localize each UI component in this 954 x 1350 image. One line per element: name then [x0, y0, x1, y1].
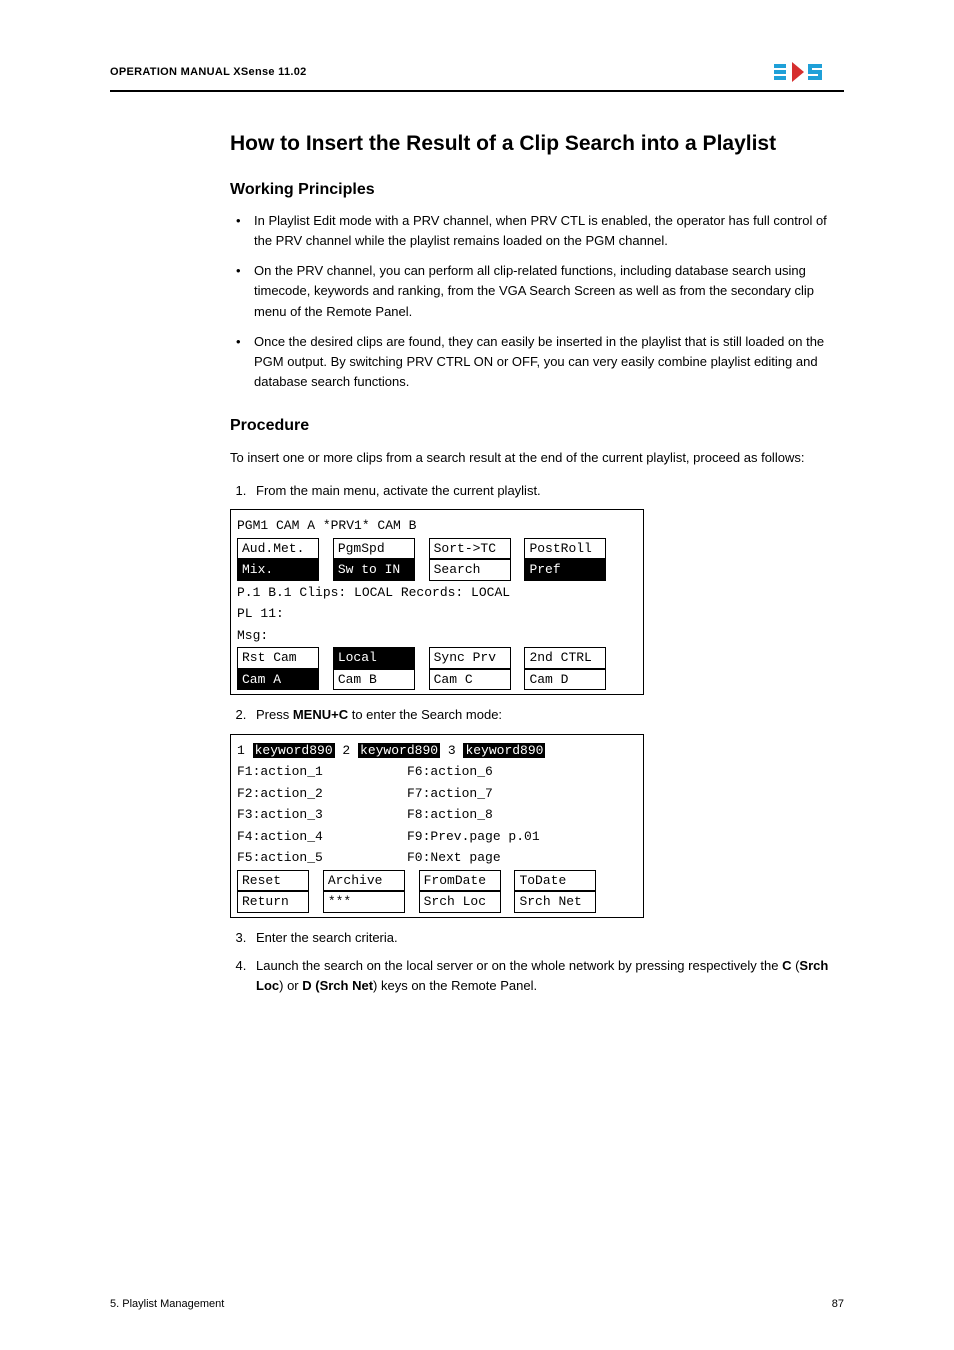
cell: PostRoll — [524, 538, 606, 560]
cell: Srch Loc — [419, 891, 501, 913]
menu-c-key: MENU+C — [293, 707, 348, 722]
kw: keyword890 — [463, 743, 545, 758]
list-item: In Playlist Edit mode with a PRV channel… — [230, 211, 844, 251]
cell: Srch Net — [514, 891, 596, 913]
working-principles-list: In Playlist Edit mode with a PRV channel… — [230, 211, 844, 392]
list-item: On the PRV channel, you can perform all … — [230, 261, 844, 321]
code-line: PGM1 CAM A *PRV1* CAM B — [237, 516, 637, 536]
kw: keyword890 — [253, 743, 335, 758]
cell: Cam C — [429, 669, 511, 691]
kw: keyword890 — [358, 743, 440, 758]
section-title: How to Insert the Result of a Clip Searc… — [230, 132, 844, 156]
codebox-main-menu: PGM1 CAM A *PRV1* CAM B Aud.Met. PgmSpd … — [230, 509, 644, 695]
code-line: Msg: — [237, 626, 637, 646]
cell: Archive — [323, 870, 405, 892]
code-line: F5:action_5F0:Next page — [237, 848, 637, 868]
footer-section: 5. Playlist Management — [110, 1298, 224, 1310]
step-text: to enter the Search mode: — [348, 707, 502, 722]
code-line: PL 11: — [237, 604, 637, 624]
code-line: P.1 B.1 Clips: LOCAL Records: LOCAL — [237, 583, 637, 603]
manual-title: OPERATION MANUAL XSense 11.02 — [110, 66, 307, 78]
cell: Return — [237, 891, 309, 913]
codebox-search-mode: 1 keyword890 2 keyword890 3 keyword890 F… — [230, 734, 644, 918]
working-principles-heading: Working Principles — [230, 181, 844, 199]
code-line: F4:action_4F9:Prev.page p.01 — [237, 827, 637, 847]
cell: *** — [323, 891, 405, 913]
cell: Cam A — [237, 669, 319, 691]
step-1: From the main menu, activate the current… — [250, 481, 844, 501]
cell: Sw to IN — [333, 559, 415, 581]
code-line: F2:action_2F7:action_7 — [237, 784, 637, 804]
cell: Pref — [524, 559, 606, 581]
step-3: Enter the search criteria. — [250, 928, 844, 948]
cell: Sort->TC — [429, 538, 511, 560]
step-text: Launch the search on the local server or… — [256, 958, 782, 973]
cell: Search — [429, 559, 511, 581]
page-header: OPERATION MANUAL XSense 11.02 — [110, 60, 844, 92]
footer-page-number: 87 — [832, 1298, 844, 1310]
step-4: Launch the search on the local server or… — [250, 956, 844, 996]
cell: PgmSpd — [333, 538, 415, 560]
code-line: F1:action_1F6:action_6 — [237, 762, 637, 782]
cell: Local — [333, 647, 415, 669]
key-d-srch-net: D (Srch Net — [302, 978, 373, 993]
cell: Cam D — [524, 669, 606, 691]
cell: FromDate — [419, 870, 501, 892]
cell: Cam B — [333, 669, 415, 691]
cell: Mix. — [237, 559, 319, 581]
procedure-steps-3: Enter the search criteria. Launch the se… — [230, 928, 844, 996]
code-line: F3:action_3F8:action_8 — [237, 805, 637, 825]
code-line: 1 keyword890 2 keyword890 3 keyword890 — [237, 741, 637, 761]
cell: Sync Prv — [429, 647, 511, 669]
procedure-steps: From the main menu, activate the current… — [230, 481, 844, 501]
list-item: Once the desired clips are found, they c… — [230, 332, 844, 392]
cell: 2nd CTRL — [524, 647, 606, 669]
cell: ToDate — [514, 870, 596, 892]
step-text: Press — [256, 707, 293, 722]
cell: Rst Cam — [237, 647, 319, 669]
cell: Aud.Met. — [237, 538, 319, 560]
page-footer: 5. Playlist Management 87 — [110, 1298, 844, 1310]
procedure-intro: To insert one or more clips from a searc… — [230, 448, 844, 468]
step-2: Press MENU+C to enter the Search mode: — [250, 705, 844, 725]
evs-logo — [774, 60, 844, 84]
procedure-heading: Procedure — [230, 417, 844, 435]
procedure-steps-2: Press MENU+C to enter the Search mode: — [230, 705, 844, 725]
cell: Reset — [237, 870, 309, 892]
